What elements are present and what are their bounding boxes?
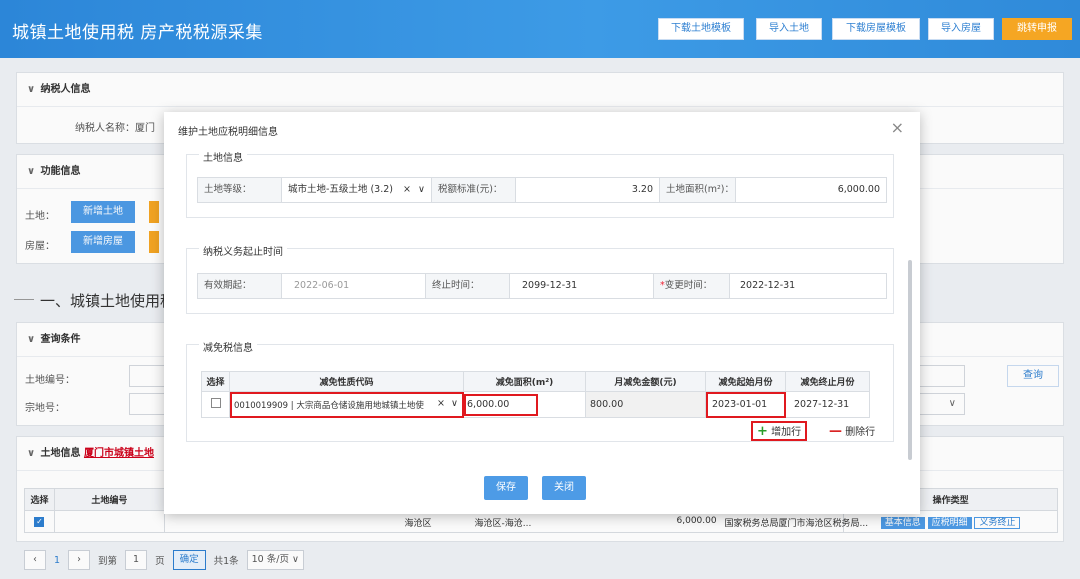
rate-label: 税额标准(元)：	[432, 178, 516, 202]
relief-legend: 减免税信息	[199, 339, 257, 354]
area-label: 土地面积(m²)：	[660, 178, 736, 202]
relief-monthly-value: 800.00	[585, 391, 706, 418]
minus-icon: —	[829, 424, 842, 439]
relief-header-start: 减免起始月份	[705, 371, 786, 392]
app-header: 城镇土地使用税 房产税税源采集 下载土地模板 导入土地 下载房屋模板 导入房屋 …	[0, 0, 1080, 58]
relief-header-end: 减免终止月份	[785, 371, 870, 392]
download-house-template-button[interactable]: 下载房屋模板	[832, 18, 920, 40]
relief-header-code: 减免性质代码	[229, 371, 464, 392]
relief-header-area: 减免面积(m²)	[463, 371, 586, 392]
relief-row-checkbox[interactable]	[210, 398, 221, 408]
end-date-input[interactable]: 2099-12-31	[510, 274, 654, 298]
close-icon[interactable]: ×	[891, 118, 904, 137]
start-value: 2022-06-01	[282, 274, 426, 298]
relief-end-input[interactable]: 2027-12-31	[785, 391, 870, 418]
end-label: 终止时间：	[426, 274, 510, 298]
relief-header-monthly: 月减免金额(元)	[585, 371, 706, 392]
chevron-down-icon[interactable]: ∨	[418, 178, 425, 202]
change-label-text: 变更时间：	[664, 280, 713, 291]
download-land-template-button[interactable]: 下载土地模板	[658, 18, 744, 40]
obligation-fieldset: 纳税义务起止时间 有效期起： 2022-06-01 终止时间： 2099-12-…	[186, 243, 894, 314]
modal-title: 维护土地应税明细信息	[178, 127, 278, 138]
save-button[interactable]: 保存	[484, 476, 528, 500]
relief-code-value: 0010019909 | 大宗商品仓储设施用地城镇土地使	[234, 400, 424, 411]
grade-label: 土地等级：	[198, 178, 282, 202]
delete-row-label: 删除行	[845, 427, 876, 438]
land-info-row: 土地等级： 城市土地-五级土地 (3.2) × ∨ 税额标准(元)： 3.20 …	[197, 177, 887, 203]
close-button[interactable]: 关闭	[542, 476, 586, 500]
relief-code-select[interactable]: 0010019909 | 大宗商品仓储设施用地城镇土地使 × ∨	[229, 391, 464, 418]
relief-area-input[interactable]: 6,000.00	[464, 393, 538, 416]
rate-value: 3.20	[516, 178, 660, 202]
change-date-input[interactable]: 2022-12-31	[730, 274, 886, 298]
grade-value: 城市土地-五级土地 (3.2)	[288, 184, 393, 195]
land-info-fieldset: 土地信息 土地等级： 城市土地-五级土地 (3.2) × ∨ 税额标准(元)： …	[186, 149, 894, 218]
modal-body: 土地信息 土地等级： 城市土地-五级土地 (3.2) × ∨ 税额标准(元)： …	[164, 142, 920, 514]
jump-declare-button[interactable]: 跳转申报	[1002, 18, 1072, 40]
obligation-row: 有效期起： 2022-06-01 终止时间： 2099-12-31 *变更时间：…	[197, 273, 887, 299]
plus-icon: +	[757, 424, 768, 439]
relief-row: 0010019909 | 大宗商品仓储设施用地城镇土地使 × ∨ 6,000.0…	[201, 391, 870, 418]
start-label: 有效期起：	[198, 274, 282, 298]
page-title: 城镇土地使用税 房产税税源采集	[12, 23, 263, 43]
relief-start-input[interactable]: 2023-01-01	[705, 391, 786, 418]
import-house-button[interactable]: 导入房屋	[928, 18, 994, 40]
clear-icon[interactable]: ×	[437, 398, 445, 409]
land-detail-modal: 维护土地应税明细信息 × 土地信息 土地等级： 城市土地-五级土地 (3.2) …	[164, 112, 920, 514]
obligation-legend: 纳税义务起止时间	[199, 243, 287, 258]
clear-icon[interactable]: ×	[403, 178, 411, 202]
relief-header-select: 选择	[201, 371, 230, 392]
import-land-button[interactable]: 导入土地	[756, 18, 822, 40]
add-row-button[interactable]: + 增加行	[751, 421, 808, 441]
grade-select[interactable]: 城市土地-五级土地 (3.2) × ∨	[282, 178, 432, 202]
chevron-down-icon[interactable]: ∨	[451, 398, 458, 409]
change-label: *变更时间：	[654, 274, 730, 298]
add-row-label: 增加行	[771, 427, 802, 438]
modal-scrollbar[interactable]	[908, 260, 912, 460]
relief-fieldset: 减免税信息 选择 减免性质代码 减免面积(m²) 月减免金额(元) 减免起始月份…	[186, 339, 894, 442]
relief-table: 选择 减免性质代码 减免面积(m²) 月减免金额(元) 减免起始月份 减免终止月…	[201, 371, 870, 418]
land-info-legend: 土地信息	[199, 149, 247, 164]
area-value: 6,000.00	[736, 178, 886, 202]
delete-row-button[interactable]: — 删除行	[829, 423, 875, 439]
